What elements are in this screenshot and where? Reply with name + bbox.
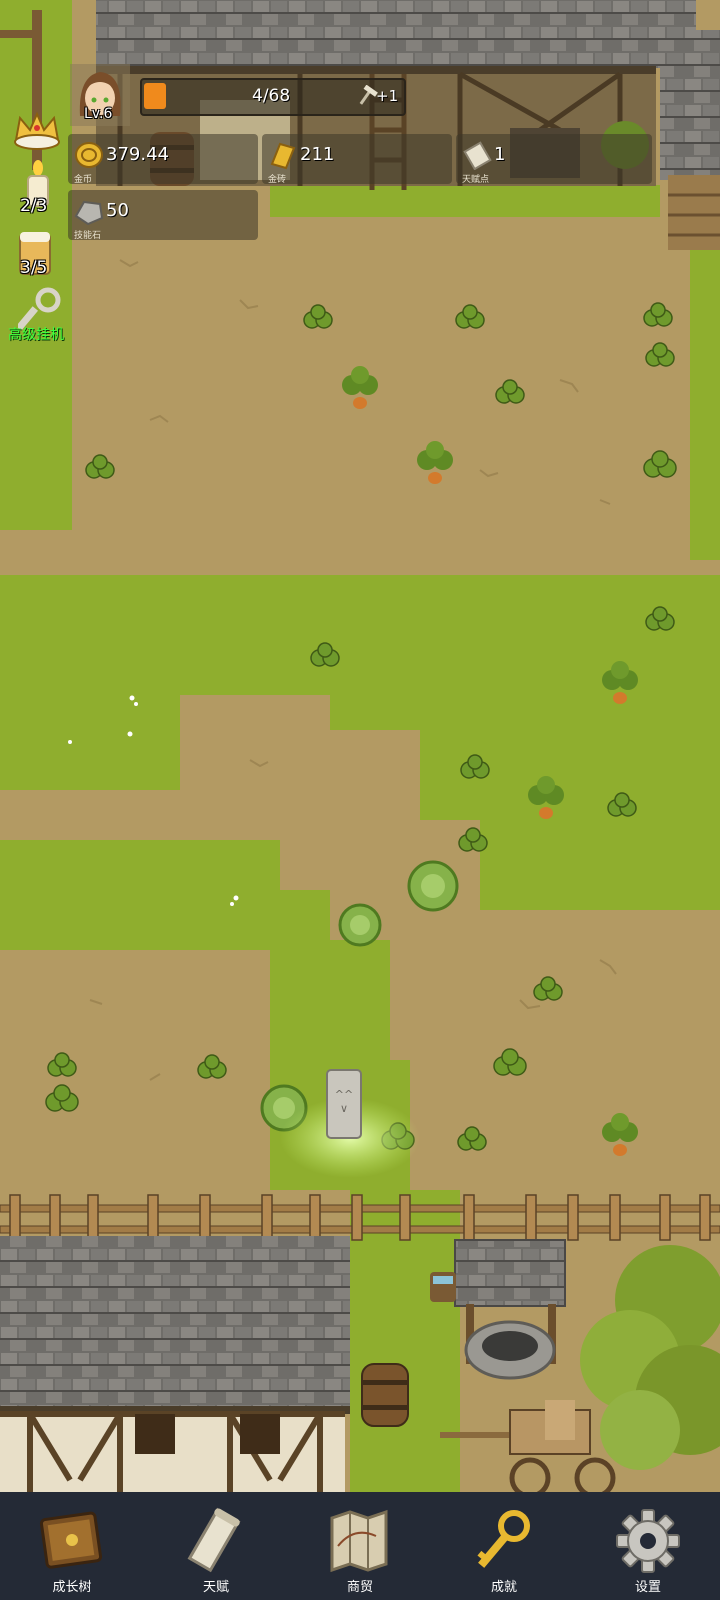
nav-talent[interactable]: 天赋 (144, 1492, 288, 1600)
skill-stone-counter[interactable]: 50 技能石 (68, 190, 258, 241)
gold-bar-icon (270, 142, 296, 170)
candle-count: 2/3 (20, 196, 48, 216)
nav-growth-tree[interactable]: 成长树 (0, 1492, 144, 1600)
gold-bar-caption: 金砖 (268, 175, 287, 185)
nav-achievement-label: 成就 (490, 1580, 517, 1595)
nav-growth-tree-label: 成长树 (52, 1580, 92, 1595)
nav-talent-label: 天赋 (202, 1580, 229, 1595)
progress-bonus: +1 (376, 87, 399, 105)
gold-coin-icon (75, 142, 103, 168)
nav-trade-label: 商贸 (346, 1580, 373, 1595)
gold-coin-caption: 金币 (74, 175, 93, 185)
gold-coin-counter[interactable]: 379.44 金币 (68, 134, 258, 185)
nav-trade[interactable]: 商贸 (288, 1492, 432, 1600)
advanced-idle-label: 高级挂机 (8, 327, 64, 343)
beer-count: 3/5 (20, 258, 48, 278)
gold-bar-counter[interactable]: 211 金砖 (262, 134, 452, 185)
bottom-navigation: 成长树 天赋 商贸 成就 设置 (0, 1492, 720, 1600)
crown-button[interactable] (12, 110, 62, 152)
game-scene[interactable]: ^^ ∨ Lv.6 4/68 +1 379.44 金币 211 金砖 1 天赋点… (0, 0, 720, 1600)
talent-point-counter[interactable]: 1 天赋点 (456, 134, 652, 185)
hammer-icon (359, 85, 378, 105)
svg-text:∨: ∨ (340, 1102, 348, 1115)
trade-map-icon (330, 1509, 388, 1573)
skill-stone-caption: 技能石 (74, 231, 102, 241)
nav-settings-label: 设置 (634, 1580, 661, 1595)
talent-scroll-icon (187, 1507, 241, 1573)
skill-stone-icon (74, 200, 104, 226)
nav-settings[interactable]: 设置 (576, 1492, 720, 1600)
achievement-key-icon (477, 1510, 530, 1568)
talent-scroll-icon (463, 141, 492, 170)
skill-stone-value: 50 (106, 200, 129, 221)
talent-point-caption: 天赋点 (462, 175, 490, 185)
talent-point-value: 1 (494, 144, 506, 165)
gold-coin-value: 379.44 (106, 144, 169, 165)
crown-icon (14, 111, 60, 150)
settings-gear-icon (616, 1509, 680, 1573)
nav-achievement[interactable]: 成就 (432, 1492, 576, 1600)
gold-bar-value: 211 (300, 144, 335, 165)
growth-book-icon (39, 1511, 103, 1569)
player-level: Lv.6 (84, 106, 113, 122)
progress-text: 4/68 (252, 86, 291, 106)
progress-fill (144, 83, 166, 109)
stage-progress-bar: 4/68 +1 (140, 78, 406, 116)
svg-text:^^: ^^ (335, 1088, 353, 1101)
